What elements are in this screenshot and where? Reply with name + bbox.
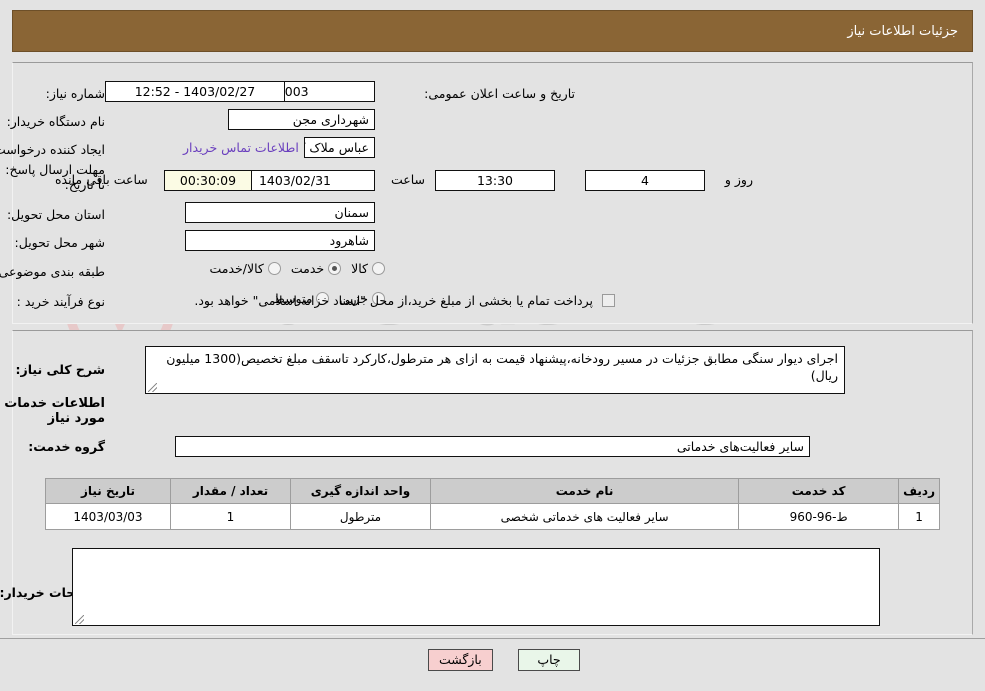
buyer-org-value: شهرداری مجن: [228, 109, 375, 130]
radio-label-category-1: خدمت: [290, 261, 325, 276]
creator-value: عباس ملاک کاربرداز شهرداری مجن: [304, 137, 375, 158]
creator-label: ایجاد کننده درخواست:: [0, 141, 105, 157]
radio-category-kala-khedmat[interactable]: [267, 262, 281, 275]
radio-category-khedmat[interactable]: [328, 262, 342, 275]
service-group-value[interactable]: سایر فعالیت‌های خدماتی: [175, 436, 810, 457]
deadline-time-value: 13:30: [435, 170, 555, 191]
cell-need-date: 1403/03/03: [45, 503, 171, 530]
need-number-label: شماره نیاز:: [45, 85, 105, 101]
col-service-name: نام خدمت: [429, 478, 740, 504]
col-quantity: تعداد / مقدار: [170, 478, 291, 504]
cell-service-name: سایر فعالیت های خدماتی شخصی: [429, 503, 740, 530]
print-button[interactable]: چاپ: [518, 649, 580, 671]
back-button[interactable]: بازگشت: [428, 649, 493, 671]
radio-label-category-0: کالا: [351, 261, 368, 276]
buyer-contact-link[interactable]: اطلاعات تماس خریدار: [183, 140, 299, 155]
cell-service-code: ط-96-960: [738, 503, 900, 530]
col-unit: واحد اندازه گیری: [290, 478, 431, 504]
col-row-no: ردیف: [898, 478, 940, 504]
days-label: روز و: [724, 172, 753, 187]
treasury-note: پرداخت تمام یا بخشی از مبلغ خرید،از محل …: [194, 293, 593, 308]
table-row[interactable]: 1 ط-96-960 سایر فعالیت های خدماتی شخصی م…: [45, 503, 940, 530]
radio-label-category-2: کالا/خدمت: [209, 261, 264, 276]
services-section-heading: اطلاعات خدمات مورد نیاز: [4, 396, 105, 426]
cell-row-no: 1: [898, 503, 940, 530]
buyer-notes-value[interactable]: [72, 548, 880, 626]
countdown-label: ساعت باقی مانده: [55, 172, 148, 187]
treasury-checkbox[interactable]: [602, 294, 615, 307]
city-value: شاهرود: [185, 230, 375, 251]
process-label: نوع فرآیند خرید :: [16, 293, 105, 309]
footer-divider: [0, 638, 985, 639]
cell-unit: مترطول: [290, 503, 431, 530]
page-title: جزئیات اطلاعات نیاز: [847, 23, 958, 39]
buyer-org-label: نام دستگاه خریدار:: [6, 113, 105, 129]
category-label: طبقه بندی موضوعی:: [0, 263, 105, 279]
category-radio-group: کالا خدمت کالا/خدمت: [199, 261, 385, 276]
description-value[interactable]: اجرای دیوار سنگی مطابق جزئیات در مسیر رو…: [145, 346, 845, 394]
window-title-bar: جزئیات اطلاعات نیاز: [12, 10, 973, 52]
countdown-value: 00:30:09: [164, 170, 252, 191]
radio-category-kala[interactable]: [372, 262, 385, 275]
page-root: AriaTender.net جزئیات اطلاعات نیاز شماره…: [0, 0, 985, 691]
service-group-label: گروه خدمت:: [28, 439, 105, 454]
province-value: سمنان: [185, 202, 375, 223]
remaining-days-value: 4: [585, 170, 705, 191]
col-need-date: تاریخ نیاز: [45, 478, 171, 504]
city-label: شهر محل تحویل:: [14, 234, 105, 250]
col-service-code: کد خدمت: [738, 478, 900, 504]
province-label: استان محل تحویل:: [6, 206, 105, 222]
announce-datetime-value: 1403/02/27 - 12:52: [105, 81, 285, 102]
table-header-row: ردیف کد خدمت نام خدمت واحد اندازه گیری ت…: [45, 478, 940, 504]
items-table: ردیف کد خدمت نام خدمت واحد اندازه گیری ت…: [45, 478, 940, 530]
hour-label: ساعت: [390, 172, 425, 187]
cell-quantity: 1: [170, 503, 291, 530]
announce-datetime-label: تاریخ و ساعت اعلان عمومی:: [424, 85, 575, 101]
description-label: شرح کلی نیاز:: [15, 362, 105, 377]
